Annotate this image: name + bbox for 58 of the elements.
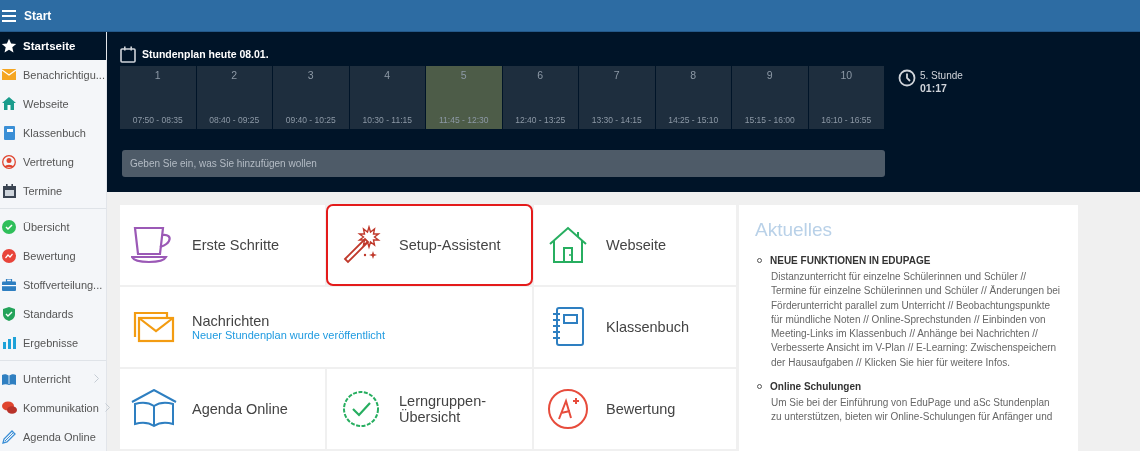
shortcut-tile[interactable]: Klassenbuch (534, 287, 736, 367)
shortcut-tile[interactable]: Nachrichten Neuer Stundenplan wurde veröffentlicht (120, 287, 532, 367)
page-title: Start (24, 8, 52, 23)
remaining-time: 01:17 (920, 82, 948, 95)
tile-label: Erste Schritte (192, 237, 280, 253)
news-text: Um Sie bei der Einführung von EduPage und aSc Stundenplan zu unterstützen, bieten wir Online-Schulungen für Anfänger und (771, 396, 1054, 425)
tile-label: Klassenbuch (606, 319, 690, 335)
calendar-icon (1, 183, 17, 198)
star-icon (1, 37, 17, 55)
calendar-icon (120, 45, 136, 63)
news-heading[interactable]: NEUE FUNKTIONEN IN EDUPAGE (770, 255, 931, 266)
sidebar-item[interactable]: Vertretung (0, 147, 106, 176)
sidebar-item[interactable]: Agenda Online (0, 422, 106, 451)
tile-label: Webseite (606, 237, 667, 253)
news-heading[interactable]: Online Schulungen (770, 381, 862, 393)
tile-label: Agenda Online (192, 401, 288, 417)
person-icon (1, 154, 17, 169)
shortcut-tile[interactable]: Agenda Online (120, 369, 325, 449)
period-cell[interactable]: 3 09:40 - 10:25 (273, 66, 349, 129)
news-text: Distanzunterricht für einzelne Schülerinnen und Schüler // Termine für einzelne Schülerinnen und Schüler // Änderungen bei Förderunterricht parallel zum Unterricht // Beobachtungspunkte für mündliche Noten // Online-Sprechstunden // Einbinden von Meeting-Links im Klassenbuch // Anhänge bei Nachrichten // Verbesserte Ansicht im V-Plan // E-Learning: Zwischenspeichern der Hausaufgaben // Klicken Sie hier für weitere Infos. (771, 270, 1062, 370)
clock-icon (898, 69, 916, 87)
period-cell[interactable]: 4 10:30 - 11:15 (349, 66, 425, 129)
sidebar-item[interactable]: Übersicht (0, 212, 106, 241)
period-cell[interactable]: 8 14:25 - 15:10 (655, 66, 731, 129)
tile-label: Lerngruppen-Übersicht (399, 393, 488, 425)
timetable-title: Stundenplan heute 08.01. (142, 48, 269, 60)
period-cell[interactable]: 1 07:50 - 08:35 (120, 66, 196, 129)
sidebar-item[interactable]: Webseite (0, 89, 106, 118)
chat-icon (1, 400, 17, 415)
bar-chart-icon (1, 336, 17, 349)
sidebar-item[interactable]: Benachrichtigu... (0, 60, 106, 89)
sidebar-item[interactable]: Stoffverteilung... (0, 270, 106, 299)
news-title: Aktuelles (755, 219, 834, 241)
sidebar-item[interactable]: Termine (0, 176, 106, 205)
add-field[interactable]: Geben Sie ein, was Sie hinzufügen wollen (122, 150, 885, 177)
sidebar-item[interactable]: Ergebnisse (0, 328, 106, 357)
shortcut-tile[interactable]: Webseite (534, 205, 736, 285)
period-cell[interactable]: 2 08:40 - 09:25 (196, 66, 272, 129)
period-cell[interactable]: 10 16:10 - 16:55 (808, 66, 884, 129)
period-cell[interactable]: 9 15:15 - 16:00 (732, 66, 808, 129)
shortcut-tile[interactable]: Erste Schritte (120, 205, 325, 285)
sidebar-item[interactable]: Bewertung (0, 241, 106, 270)
menu-icon[interactable] (2, 9, 16, 22)
shortcut-tile[interactable]: Setup-Assistent (327, 205, 532, 285)
sidebar-item[interactable]: Unterricht (0, 364, 106, 393)
period-cell[interactable]: 7 13:30 - 14:15 (579, 66, 655, 129)
tile-label: Nachrichten (192, 313, 271, 329)
tile-label: Bewertung (606, 402, 677, 416)
shortcut-tile[interactable]: Bewertung (534, 369, 736, 449)
sidebar-item[interactable]: Klassenbuch (0, 118, 106, 147)
tile-label: Setup-Assistent (399, 237, 501, 253)
open-book-icon (130, 389, 178, 429)
shortcut-tile[interactable]: Lerngruppen-Übersicht (327, 369, 532, 449)
period-cell[interactable]: 6 12:40 - 13:25 (502, 66, 578, 129)
pencil-icon (1, 429, 17, 444)
sidebar-item[interactable]: Standards (0, 299, 106, 328)
current-lesson: 5. Stunde (920, 69, 963, 82)
sidebar-item[interactable]: Kommunikation (0, 393, 106, 422)
